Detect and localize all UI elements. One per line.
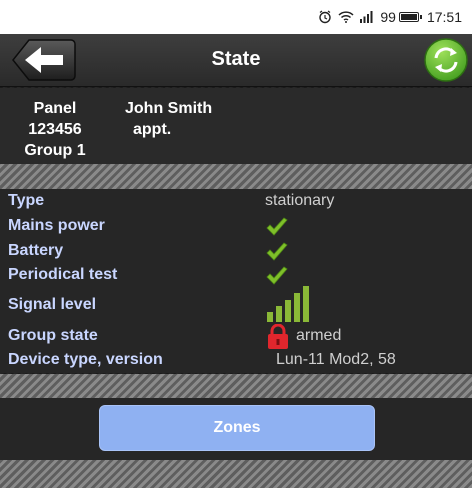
group-state-value: armed <box>296 327 342 344</box>
zones-button[interactable]: Zones <box>99 405 375 451</box>
row-mains-power: Mains power <box>0 215 472 239</box>
mains-power-label: Mains power <box>8 217 105 234</box>
refresh-button[interactable] <box>423 37 469 83</box>
type-value: stationary <box>265 192 335 209</box>
state-details: Type stationary Mains power Battery Peri… <box>0 189 472 373</box>
row-device: Device type, version Lun-11 Mod2, 58 <box>0 349 472 373</box>
owner-unit: appt. <box>133 121 172 138</box>
row-battery: Battery <box>0 240 472 264</box>
row-periodical-test: Periodical test <box>0 264 472 288</box>
row-signal-level: Signal level <box>0 286 472 328</box>
signal-icon <box>360 11 374 23</box>
panel-info: Panel 123456 Group 1 John Smith appt. <box>0 88 472 164</box>
wifi-icon <box>338 11 354 23</box>
clock-time: 17:51 <box>426 9 462 25</box>
check-icon <box>266 266 288 285</box>
panel-label: Panel <box>33 100 77 117</box>
periodical-test-label: Periodical test <box>8 266 118 283</box>
check-icon <box>266 242 288 261</box>
zones-area: Zones <box>0 398 472 460</box>
panel-number: 123456 <box>28 121 82 138</box>
divider-stripe <box>0 374 472 398</box>
device-value: Lun-11 Mod2, 58 <box>276 351 396 368</box>
battery-icon <box>398 12 422 22</box>
lock-icon <box>268 324 288 349</box>
page-title: State <box>211 48 261 70</box>
panel-id-block: Panel 123456 Group 1 <box>10 98 100 161</box>
divider-stripe <box>0 460 472 488</box>
type-label: Type <box>8 192 45 209</box>
signal-level-label: Signal level <box>8 296 97 313</box>
alarm-clock-icon <box>318 10 332 24</box>
refresh-icon <box>424 38 468 82</box>
status-bar: 99 17:51 <box>0 0 472 34</box>
battery-level-text: 99 <box>380 9 396 25</box>
panel-group: Group 1 <box>24 142 86 159</box>
row-type: Type stationary <box>0 190 472 214</box>
device-label: Device type, version <box>8 351 163 368</box>
group-state-label: Group state <box>8 327 98 344</box>
app-header: State <box>0 34 472 87</box>
divider-stripe <box>0 164 472 189</box>
owner-name: John Smith <box>125 100 213 117</box>
row-group-state: Group state armed <box>0 324 472 349</box>
app-screen: 99 17:51 State Panel 123456 Group 1 John… <box>0 0 472 488</box>
signal-bars-icon <box>267 286 309 322</box>
check-icon <box>266 217 288 236</box>
battery-label: Battery <box>8 242 64 259</box>
owner-block: John Smith appt. <box>125 98 212 140</box>
